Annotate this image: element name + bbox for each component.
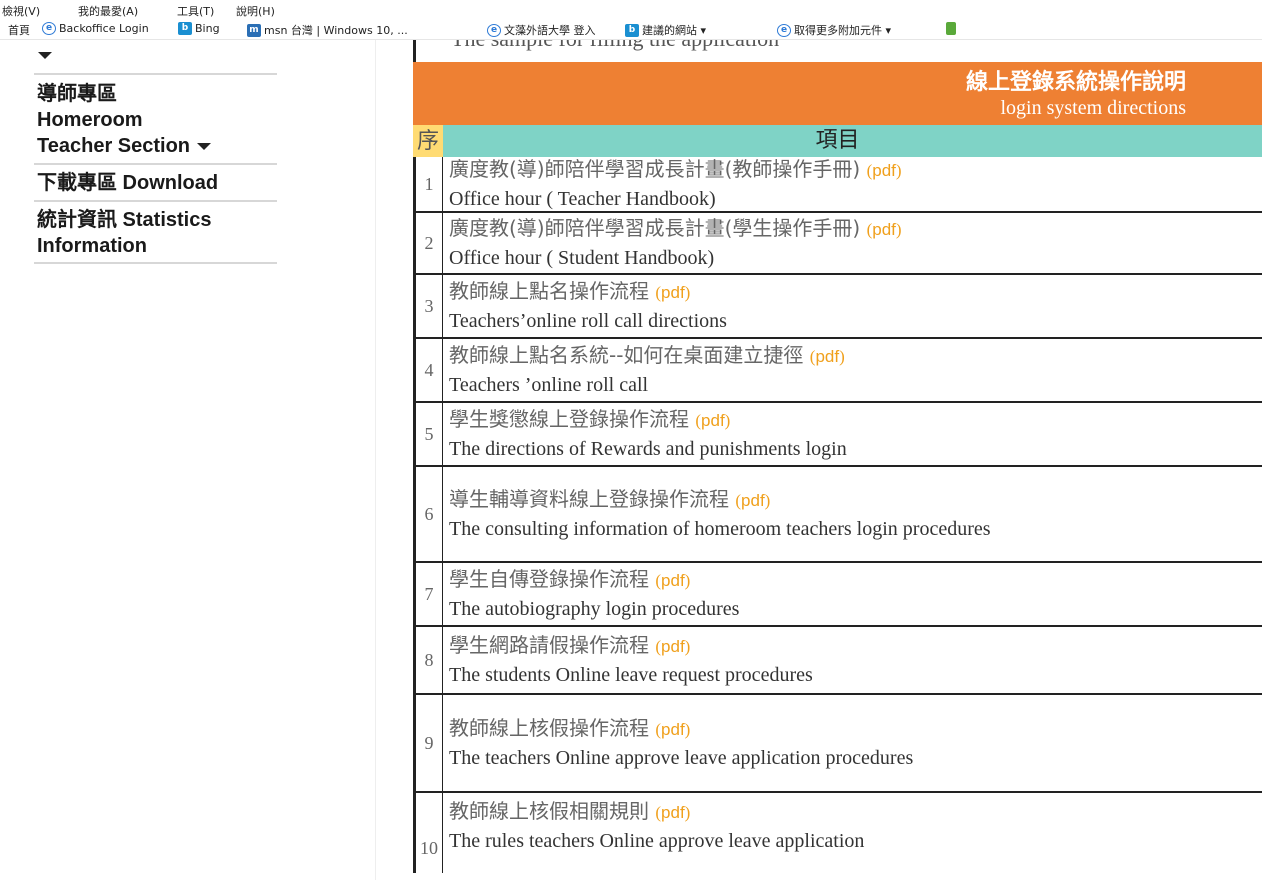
row-number: 10 [413,793,443,873]
row-title-zh: 學生網路請假操作流程 [449,633,649,657]
cut-off-row: The sample for filling the application [413,40,1262,62]
row-number: 2 [413,213,443,273]
row-number: 8 [413,627,443,693]
table-row: 1 廣度教(導)師陪伴學習成長計畫(教師操作手冊) (pdf) Office ho… [413,157,1262,213]
table-row: 5 學生獎懲線上登錄操作流程 (pdf) The directions of Re… [413,403,1262,467]
fav-home[interactable]: 首頁 [8,22,30,38]
row-title-zh: 教師線上點名系統--如何在桌面建立捷徑 [449,343,804,367]
bing-icon: b [178,22,192,35]
row-number: 4 [413,339,443,401]
column-item: 項目 [443,125,1262,157]
row-title-en: The autobiography login procedures [449,598,740,620]
row-title-en: Teachers ’online roll call [449,374,649,396]
ie-icon: e [777,23,791,37]
row-number: 7 [413,563,443,625]
sidebar-divider [34,200,277,202]
row-number: 6 [413,467,443,561]
row-title-zh: 學生獎懲線上登錄操作流程 [449,407,689,431]
pdf-link[interactable]: pdf [661,571,685,590]
header-title-zh: 線上登錄系統操作說明 [965,69,1186,94]
row-title-en: The consulting information of homeroom t… [449,518,991,540]
sidebar-content-divider [375,40,376,880]
row-title-zh: 教師線上點名操作流程 [449,279,649,303]
row-number: 3 [413,275,443,337]
pdf-link[interactable]: pdf [661,803,685,822]
row-title-en: The students Online leave request proced… [449,664,813,686]
pdf-link[interactable]: pdf [872,220,896,239]
sidebar-item-homeroom-teacher[interactable]: 導師專區 Homeroom Teacher Section [37,81,277,159]
content-table: The sample for filling the application 線… [413,40,1262,880]
pdf-link[interactable]: pdf [701,411,725,430]
sidebar-item-statistics[interactable]: 統計資訊 Statistics Information [37,207,277,259]
sidebar-divider [34,262,277,264]
header-title-en: login system directions [1000,97,1186,119]
menu-tools[interactable]: 工具(T) [177,3,214,19]
row-title-zh: 導生輔導資料線上登錄操作流程 [449,487,729,511]
row-title-zh: 學生自傳登錄操作流程 [449,567,649,591]
table-row: 6 導生輔導資料線上登錄操作流程 (pdf) The consulting inf… [413,467,1262,563]
fav-extra[interactable] [946,22,959,35]
fav-wenzao-login[interactable]: e 文藻外語大學 登入 [487,22,596,38]
pdf-link[interactable]: pdf [661,283,685,302]
table-row: 9 教師線上核假操作流程 (pdf) The teachers Online ap… [413,695,1262,793]
row-title-zh: 廣度教(導)師陪伴學習成長計畫(教師操作手冊) [449,157,861,181]
msn-icon: m [247,23,261,37]
table-row: 4 教師線上點名系統--如何在桌面建立捷徑 (pdf) Teachers ’onl… [413,339,1262,403]
bookmark-icon [946,22,956,35]
table-row: 2 廣度教(導)師陪伴學習成長計畫(學生操作手冊) (pdf) Office ho… [413,213,1262,275]
caret-down-icon[interactable] [38,52,52,59]
table-row: 10 教師線上核假相關規則 (pdf) The rules teachers On… [413,793,1262,873]
pdf-link[interactable]: pdf [741,491,765,510]
row-title-zh: 廣度教(導)師陪伴學習成長計畫(學生操作手冊) [449,216,861,240]
sidebar-item-download[interactable]: 下載專區 Download [37,170,277,196]
row-number: 1 [413,157,443,211]
fav-msn[interactable]: m msn 台灣 | Windows 10, ... [247,22,408,38]
menu-view[interactable]: 檢視(V) [2,3,40,19]
row-title-en: The teachers Online approve leave applic… [449,747,914,769]
menu-help[interactable]: 說明(H) [236,3,275,19]
pdf-link[interactable]: pdf [815,347,839,366]
ie-icon: e [487,23,501,37]
fav-suggested-sites[interactable]: b 建議的網站 ▾ [625,22,706,38]
table-row: 8 學生網路請假操作流程 (pdf) The students Online le… [413,627,1262,695]
fav-bing[interactable]: b Bing [178,22,220,35]
table-row: 7 學生自傳登錄操作流程 (pdf) The autobiography logi… [413,563,1262,627]
row-title-zh: 教師線上核假相關規則 [449,799,649,823]
sidebar-divider [34,163,277,165]
favorites-bar: 首頁 e Backoffice Login b Bing m msn 台灣 | Win… [0,19,1262,40]
pdf-link[interactable]: pdf [661,637,685,656]
fav-backoffice-login[interactable]: e Backoffice Login [42,22,149,35]
table-header: 線上登錄系統操作說明 login system directions [413,62,1262,125]
pdf-link[interactable]: pdf [661,720,685,739]
table-body: 1 廣度教(導)師陪伴學習成長計畫(教師操作手冊) (pdf) Office ho… [413,157,1262,873]
ie-icon: e [42,22,56,35]
sidebar-divider [34,73,277,75]
bing-icon: b [625,23,639,37]
row-title-en: Teachers’online roll call directions [449,310,727,332]
caret-down-icon [197,143,212,151]
pdf-link[interactable]: pdf [872,161,896,180]
sidebar: 導師專區 Homeroom Teacher Section 下載專區 Downl… [0,40,375,880]
row-number: 5 [413,403,443,465]
column-headers: 序 項目 [413,125,1262,157]
fav-get-more-addons[interactable]: e 取得更多附加元件 ▾ [777,22,891,38]
column-seq: 序 [413,125,443,157]
table-row: 3 教師線上點名操作流程 (pdf) Teachers’online roll c… [413,275,1262,339]
browser-menu-bar: 檢視(V) 我的最愛(A) 工具(T) 說明(H) [0,0,1262,19]
row-title-zh: 教師線上核假操作流程 [449,716,649,740]
row-title-en: Office hour ( Teacher Handbook) [449,188,716,210]
row-title-en: The rules teachers Online approve leave … [449,830,865,852]
row-title-en: The directions of Rewards and punishment… [449,438,847,460]
menu-favorites[interactable]: 我的最愛(A) [78,3,138,19]
row-title-en: Office hour ( Student Handbook) [449,247,715,269]
row-number: 9 [413,695,443,791]
